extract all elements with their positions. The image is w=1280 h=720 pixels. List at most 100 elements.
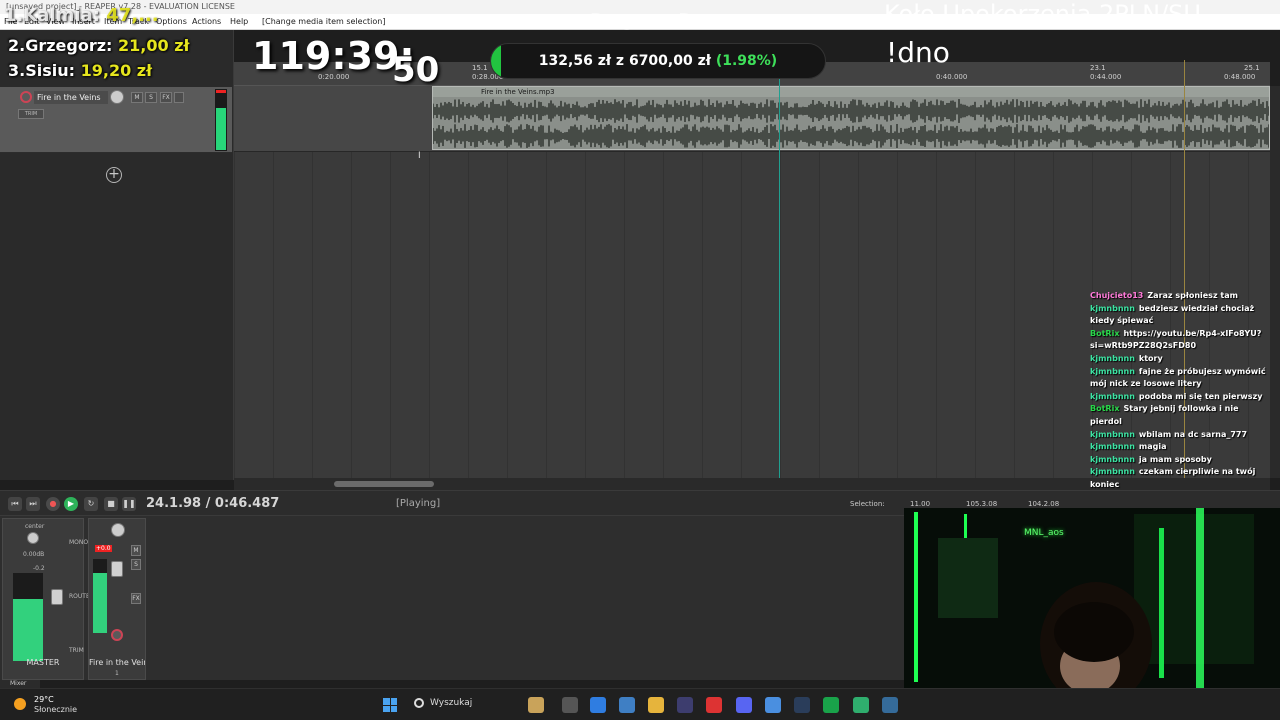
chat-text: Zaraz spłoniesz tam xyxy=(1147,291,1238,300)
trim-button[interactable]: TRIM xyxy=(18,109,44,119)
chat-message: kjmnbnnn magia xyxy=(1086,441,1272,454)
leader1-label: 1.Kalmia: xyxy=(4,5,100,26)
scrollbar-thumb[interactable] xyxy=(334,481,434,487)
chat-message: Chujcieto13 Zaraz spłoniesz tam xyxy=(1086,290,1272,303)
track-pan-knob[interactable] xyxy=(111,523,125,537)
mute-button[interactable]: M xyxy=(131,92,143,103)
track-strip-name: Fire in the Veins xyxy=(89,658,145,667)
fx-button[interactable]: FX xyxy=(160,92,172,103)
webcam-feed: MNL_aos xyxy=(904,508,1280,688)
donation-goal-bar: 132,56 zł z 6700,00 zł (1.98%) xyxy=(490,43,826,79)
search-placeholder: Wyszukaj xyxy=(430,698,473,708)
add-track-icon[interactable]: + xyxy=(106,167,122,183)
ruler-mark: 23.1 xyxy=(1090,64,1106,72)
master-meter xyxy=(13,573,43,661)
reaper-icon[interactable] xyxy=(882,697,898,713)
master-pan-knob[interactable] xyxy=(27,532,39,544)
ruler-mark: 0:40.000 xyxy=(936,73,968,81)
overlay-scroll-text: Koło Upokorzenia 2PLN/SU xyxy=(884,0,1201,28)
menu-help[interactable]: Help xyxy=(230,17,248,26)
app-green-icon[interactable] xyxy=(853,697,869,713)
track-header[interactable]: Fire in the Veins M S FX TRIM xyxy=(0,87,232,153)
discord-icon[interactable] xyxy=(736,697,752,713)
chat-message: kjmnbnnn ja mam sposoby xyxy=(1086,454,1272,467)
steam-icon[interactable] xyxy=(794,697,810,713)
mixer-tab[interactable]: Mixer xyxy=(0,680,40,688)
xbox-icon[interactable] xyxy=(823,697,839,713)
stop-button[interactable]: ■ xyxy=(104,497,118,511)
route-button[interactable]: ROUTE xyxy=(69,593,90,600)
menu-context-hint: [Change media item selection] xyxy=(262,17,386,26)
menu-options[interactable]: Options xyxy=(156,17,187,26)
pause-button[interactable]: ❚❚ xyxy=(122,497,136,511)
app-l-icon[interactable] xyxy=(706,697,722,713)
track-mixer-meter xyxy=(93,559,107,633)
widget-icon[interactable] xyxy=(528,697,544,713)
ruler-mark: 25.1 xyxy=(1244,64,1260,72)
trim-label[interactable]: TRIM xyxy=(69,647,84,654)
weather-description[interactable]: Słonecznie xyxy=(34,705,77,714)
track-fx-button[interactable]: FX xyxy=(131,593,141,604)
volume-knob[interactable] xyxy=(110,90,124,104)
obs-icon[interactable] xyxy=(677,697,693,713)
copilot-icon[interactable] xyxy=(590,697,606,713)
chat-username: Chujcieto13 xyxy=(1090,291,1144,300)
leaderboard-first: 1.Kalmia: 47,... xyxy=(4,5,159,26)
menu-actions[interactable]: Actions xyxy=(192,17,221,26)
go-to-start-button[interactable]: ⏮ xyxy=(8,497,22,511)
leader2-label: 2.Grzegorz: xyxy=(8,36,113,55)
master-fader[interactable] xyxy=(51,589,63,605)
goal-separator: z xyxy=(615,53,625,69)
track-meter xyxy=(215,89,227,151)
chat-username: kjmnbnnn xyxy=(1090,467,1135,477)
leaderboard-second: 2.Grzegorz: 21,00 zł xyxy=(8,36,189,55)
goal-text: 132,56 zł z 6700,00 zł (1.98%) xyxy=(491,44,825,78)
webcam-scene xyxy=(904,508,1280,688)
chat-username: BotRix xyxy=(1090,328,1120,338)
chat-username: BotRix xyxy=(1090,404,1120,414)
track-solo-button[interactable]: S xyxy=(131,559,141,570)
go-to-end-button[interactable]: ⏭ xyxy=(26,497,40,511)
track-fader[interactable] xyxy=(111,561,123,577)
track-mute-button[interactable]: M xyxy=(131,545,141,556)
leader3-amount: 19,20 zł xyxy=(80,61,153,80)
chat-message: BotRix Stary jebnij followka i nie pierdo… xyxy=(1086,403,1272,428)
folder-icon[interactable] xyxy=(648,697,664,713)
selection-label: Selection: xyxy=(850,500,885,508)
windows-start-icon[interactable] xyxy=(383,698,397,712)
play-button[interactable]: ▶ xyxy=(64,497,78,511)
track-record-arm-icon[interactable] xyxy=(111,629,123,641)
master-strip: center 0.00dB -0.2 MONO ROUTE TRIM MASTE… xyxy=(2,518,90,680)
chat-message: kjmnbnnn wbilam na dc sarna_777 xyxy=(1086,429,1272,442)
sun-icon[interactable] xyxy=(14,698,26,710)
countdown-timer: 119:39: xyxy=(252,34,415,78)
task-view-icon[interactable] xyxy=(562,697,578,713)
store-icon[interactable] xyxy=(619,697,635,713)
goal-target: 6700,00 zł xyxy=(628,53,711,69)
leaderboard-third: 3.Sisiu: 19,20 zł xyxy=(8,61,152,80)
master-strip-name: MASTER xyxy=(26,658,60,667)
chat-message: kjmnbnnn czekam cierpliwie na twój koniec xyxy=(1086,466,1272,491)
track-strip: +0.0 M S FX Fire in the Veins 1 xyxy=(88,518,146,680)
media-item[interactable]: Fire in the Veins.mp3 xyxy=(432,86,1270,150)
chat-username: kjmnbnnn xyxy=(1090,303,1135,313)
chat-message: kjmnbnnn ktory xyxy=(1086,353,1272,366)
selection-length[interactable]: 104.2.08 xyxy=(1028,500,1059,508)
play-state: [Playing] xyxy=(396,498,441,509)
repeat-button[interactable]: ↻ xyxy=(84,497,98,511)
solo-button[interactable]: S xyxy=(145,92,157,103)
record-button[interactable]: ● xyxy=(46,497,60,511)
selection-end[interactable]: 105.3.08 xyxy=(966,500,997,508)
record-arm-button[interactable] xyxy=(20,91,32,103)
chat-text: ktory xyxy=(1138,353,1163,363)
selection-start[interactable]: 11.00 xyxy=(910,500,930,508)
track-name[interactable]: Fire in the Veins xyxy=(34,91,108,104)
chat-username: kjmnbnnn xyxy=(1090,454,1135,464)
chat-overlay: Chujcieto13 Zaraz spłoniesz tam kjmnbnnn be… xyxy=(1086,290,1272,492)
meter-fill xyxy=(216,108,226,150)
meter-fill xyxy=(93,573,107,633)
chrome-icon[interactable] xyxy=(765,697,781,713)
waveform xyxy=(433,99,1269,148)
phase-button[interactable] xyxy=(174,92,184,103)
weather-temperature[interactable]: 29°C xyxy=(34,695,54,704)
